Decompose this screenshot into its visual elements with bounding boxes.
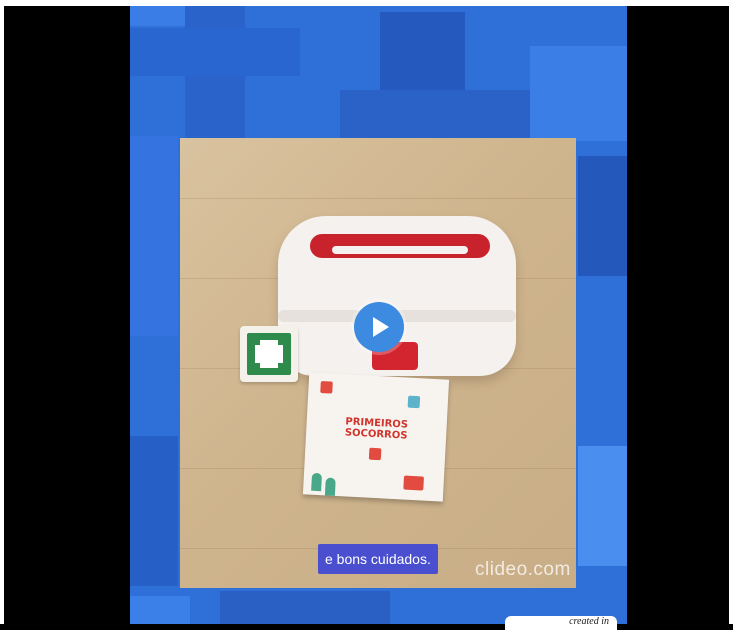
bg-tile — [578, 156, 627, 276]
cross-horizontal-bar — [255, 345, 283, 363]
video-frame-photo: PRIMEIROS SOCORROS — [180, 138, 576, 588]
bg-tile — [220, 591, 390, 624]
credit-badge: created in — [505, 616, 617, 630]
bg-tile — [130, 436, 178, 586]
watermark: clideo.com — [475, 559, 571, 580]
booklet-title: PRIMEIROS SOCORROS — [344, 416, 409, 442]
booklet-decoration — [320, 381, 333, 394]
bg-tile — [130, 136, 178, 336]
bg-tile — [130, 596, 190, 624]
bg-tile — [130, 28, 300, 76]
booklet-decoration — [403, 475, 424, 491]
video-player[interactable]: PRIMEIROS SOCORROS e bons cuidados. clid… — [4, 6, 729, 630]
bg-tile — [578, 446, 627, 566]
booklet-decoration — [407, 395, 421, 409]
first-aid-booklet: PRIMEIROS SOCORROS — [302, 372, 450, 502]
video-caption: e bons cuidados. — [318, 544, 438, 574]
booklet-plus-icon — [368, 447, 382, 461]
first-aid-cross-icon — [240, 326, 298, 382]
credit-text: created in — [569, 616, 609, 627]
page-frame: PRIMEIROS SOCORROS e bons cuidados. clid… — [0, 0, 733, 630]
play-button[interactable] — [354, 302, 404, 352]
first-aid-box-handle-grip — [332, 246, 468, 254]
wood-grain — [180, 198, 576, 199]
booklet-decoration — [324, 477, 336, 496]
bg-tile — [530, 46, 627, 141]
bg-tile — [340, 90, 530, 140]
video-stage: PRIMEIROS SOCORROS e bons cuidados. clid… — [130, 6, 627, 624]
booklet-decoration — [311, 472, 323, 492]
play-icon — [373, 317, 389, 337]
